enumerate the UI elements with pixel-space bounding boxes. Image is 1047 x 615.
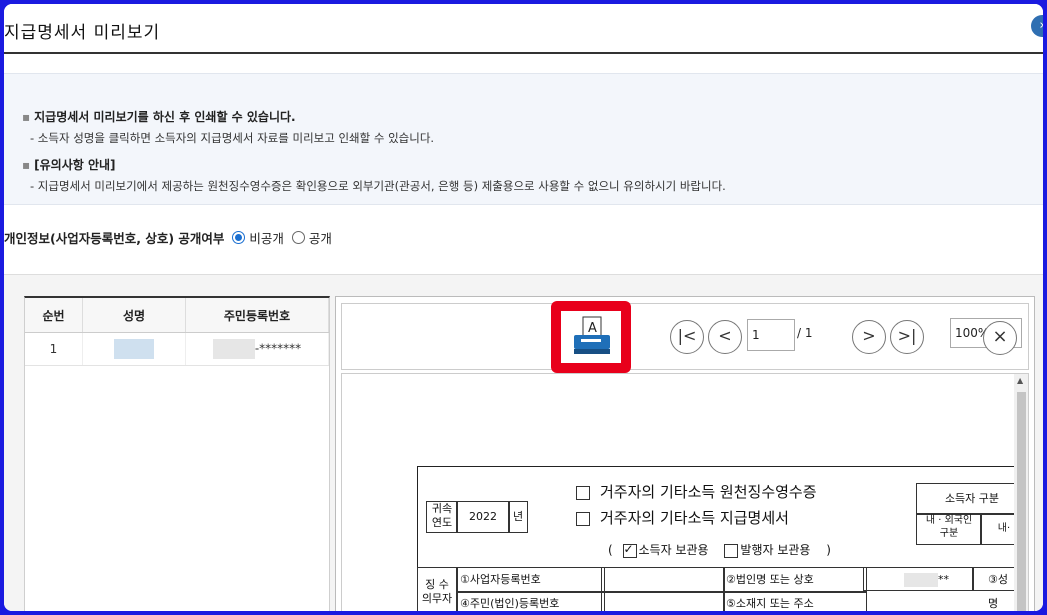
print-button-highlight[interactable]: A (551, 301, 631, 373)
vertical-scrollbar[interactable]: ▲ (1014, 374, 1028, 611)
row-rrn: -******* (185, 332, 329, 366)
radio-private-label: 비공개 (249, 231, 284, 246)
close-viewer-icon[interactable]: × (983, 321, 1017, 355)
notice-desc-2: - 지급명세서 미리보기에서 제공하는 원천징수영수증은 확인용으로 외부기관(… (30, 179, 726, 193)
privacy-label: 개인정보(사업자등록번호, 상호) 공개여부 (4, 231, 225, 246)
first-page-button[interactable]: |< (670, 320, 704, 354)
rrn-suffix: -******* (254, 341, 302, 356)
title-bar: 지급명세서 미리보기 › (4, 4, 1043, 54)
foreign-class: 내 · 외국인 구분 (916, 513, 982, 545)
row-name-link[interactable] (82, 332, 186, 366)
copy-options: ( 소득자 보관용 발행자 보관용 ) (608, 541, 831, 558)
recipient-table: 순번 성명 주민등록번호 1 -******* (25, 298, 329, 366)
recipient-list: 순번 성명 주민등록번호 1 -******* (24, 296, 330, 611)
copy-close-paren: ) (826, 543, 831, 557)
table-row[interactable]: 1 -******* (25, 332, 329, 366)
masked-name[interactable] (114, 339, 154, 359)
notice-desc-1: - 소득자 성명을 클릭하면 소득자의 지급명세서 자료를 미리보고 인쇄할 수… (30, 131, 435, 145)
notice-title-2: [유의사항 안내] (22, 156, 115, 173)
title-statement: 거주자의 기타소득 지급명세서 (576, 507, 789, 528)
next-page-button[interactable]: > (852, 320, 886, 354)
checkbox-income-copy[interactable] (622, 542, 637, 558)
page-total: / 1 (797, 326, 813, 340)
scroll-up-icon[interactable]: ▲ (1017, 376, 1023, 385)
year-unit: 년 (508, 501, 528, 533)
app-frame: 지급명세서 미리보기 › 지급명세서 미리보기를 하신 후 인쇄할 수 있습니다… (4, 4, 1043, 611)
copy-income-label: 소득자 보관용 (638, 543, 709, 557)
print-button[interactable]: A (561, 311, 621, 363)
radio-private[interactable]: 비공개 (232, 228, 284, 247)
income-class: 소득자 구분 (916, 483, 1028, 515)
prev-page-button[interactable]: < (708, 320, 742, 354)
title-receipt: 거주자의 기타소득 원천징수영수증 (576, 481, 817, 502)
printer-letter: A (588, 321, 597, 336)
row-no: 1 (25, 332, 83, 366)
page-number-input[interactable]: 1 (747, 319, 795, 351)
last-page-button[interactable]: >| (890, 320, 924, 354)
corp-name-value: ** (863, 567, 973, 591)
radio-public[interactable]: 공개 (291, 228, 332, 247)
masked-corp-name (904, 573, 938, 587)
rrn-value (601, 591, 725, 611)
field-rrn: ④주민(법인)등록번호 (457, 591, 605, 611)
checkbox-receipt[interactable] (576, 485, 590, 500)
scroll-thumb[interactable] (1017, 392, 1026, 611)
document-viewer: A |< < 1 / 1 > >| 100% × 귀속 연도 2022 년 거주… (335, 296, 1035, 611)
copy-payer-label: 발행자 보관용 (740, 543, 811, 557)
copy-open-paren: ( (608, 543, 613, 557)
checkbox-statement[interactable] (576, 511, 590, 526)
col-header-name: 성명 (82, 298, 186, 333)
privacy-option-row: 개인정보(사업자등록번호, 상호) 공개여부 비공개 공개 (4, 228, 332, 247)
window-title: 지급명세서 미리보기 (4, 23, 161, 43)
field-name: ③성명 (973, 567, 1019, 610)
title-receipt-text: 거주자의 기타소득 원천징수영수증 (600, 483, 817, 501)
document-page-area[interactable]: 귀속 연도 2022 년 거주자의 기타소득 원천징수영수증 거주자의 기타소득… (341, 373, 1029, 611)
document-form: 귀속 연도 2022 년 거주자의 기타소득 원천징수영수증 거주자의 기타소득… (417, 466, 1028, 611)
notice-panel: 지급명세서 미리보기를 하신 후 인쇄할 수 있습니다. - 소득자 성명을 클… (4, 73, 1043, 205)
year-value: 2022 (456, 501, 510, 533)
printer-icon[interactable]: A (561, 311, 621, 363)
withholder-label: 징 수 의무자 (417, 567, 457, 611)
title-statement-text: 거주자의 기타소득 지급명세서 (600, 509, 789, 527)
field-corp-name: ②법인명 또는 상호 (723, 567, 867, 593)
corp-name-stars: ** (938, 573, 949, 586)
col-header-no: 순번 (25, 298, 83, 333)
business-no-value (601, 567, 725, 593)
checkbox-payer-copy[interactable] (724, 543, 739, 558)
radio-public-label: 공개 (308, 231, 332, 246)
notice-title-1: 지급명세서 미리보기를 하신 후 인쇄할 수 있습니다. (22, 108, 295, 125)
masked-rrn (212, 339, 255, 359)
field-address: ⑤소재지 또는 주소 (723, 591, 867, 611)
year-label: 귀속 연도 (426, 501, 458, 533)
radio-private-indicator[interactable] (232, 231, 246, 244)
close-icon[interactable]: › (1031, 15, 1043, 37)
radio-public-indicator[interactable] (291, 231, 305, 244)
viewer-toolbar: A |< < 1 / 1 > >| 100% × (341, 301, 1029, 373)
field-business-no: ①사업자등록번호 (457, 567, 605, 593)
col-header-rrn: 주민등록번호 (185, 298, 329, 333)
